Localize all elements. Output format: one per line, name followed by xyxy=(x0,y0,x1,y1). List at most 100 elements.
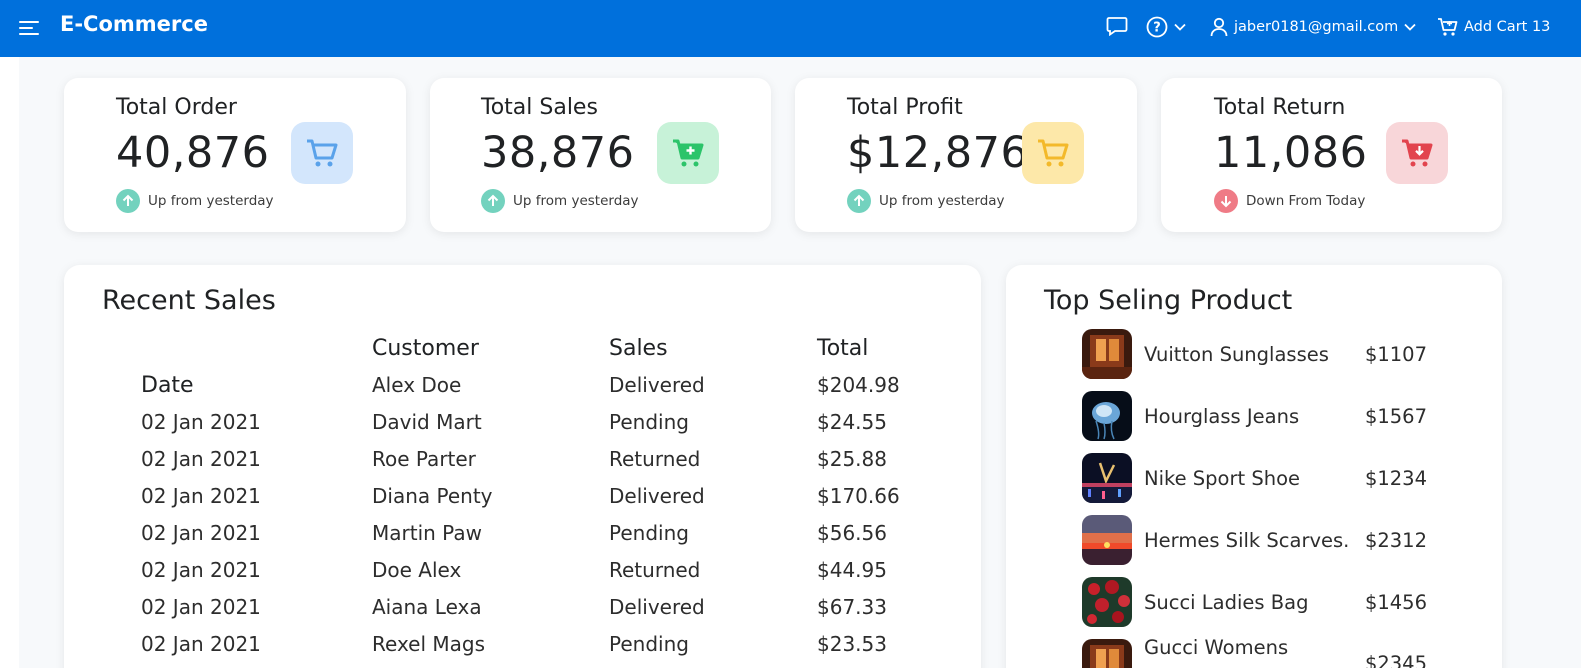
cell-customer: Roe Parter xyxy=(372,447,476,471)
cell-date: 02 Jan 2021 xyxy=(141,484,261,508)
product-thumbnail xyxy=(1082,639,1132,668)
top-products-panel: Top Seling Product Vuitton Sunglasses $1… xyxy=(1006,265,1502,668)
cell-date: 02 Jan 2021 xyxy=(141,521,261,545)
cart-down-icon xyxy=(1402,139,1433,167)
cell-total: $56.56 xyxy=(817,521,887,545)
cart-icon xyxy=(307,139,338,167)
stat-trend: Up from yesterday xyxy=(847,189,1005,213)
cart-label: Add Cart 13 xyxy=(1464,19,1551,35)
top-navbar: E-Commerce ? jaber0181@gmail.com Add Car… xyxy=(0,0,1581,57)
product-thumbnail xyxy=(1082,329,1132,379)
help-dropdown[interactable]: ? xyxy=(1146,16,1186,38)
cart-button[interactable]: Add Cart 13 xyxy=(1437,17,1550,37)
menu-toggle-icon[interactable] xyxy=(19,18,41,38)
cell-customer: Rexel Mags xyxy=(372,632,486,656)
product-price: $2345 xyxy=(1364,652,1427,668)
product-name: Vuitton Sunglasses xyxy=(1144,342,1329,366)
cell-status: Delivered xyxy=(609,373,705,397)
stat-card-total-profit: Total Profit $12,876 Up from yesterday xyxy=(795,78,1137,232)
cell-status: Pending xyxy=(609,410,689,434)
cell-customer: Aiana Lexa xyxy=(372,595,482,619)
product-item[interactable]: Hourglass Jeans $1567 xyxy=(1082,390,1427,442)
stat-value: 11,086 xyxy=(1214,128,1368,178)
product-thumbnail xyxy=(1082,453,1132,503)
stat-title: Total Sales xyxy=(481,95,598,120)
stat-icon-box xyxy=(291,122,353,184)
recent-sales-title: Recent Sales xyxy=(102,285,276,316)
user-email: jaber0181@gmail.com xyxy=(1234,19,1399,35)
product-name: Nike Sport Shoe xyxy=(1144,466,1301,490)
cell-total: $204.98 xyxy=(817,373,900,397)
stat-icon-box xyxy=(657,122,719,184)
column-header-total: Total xyxy=(817,336,869,361)
cell-customer: Doe Alex xyxy=(372,558,462,582)
stat-icon-box xyxy=(1022,122,1084,184)
cell-status: Returned xyxy=(609,447,701,471)
product-price: $1456 xyxy=(1364,590,1427,614)
messages-button[interactable] xyxy=(1106,16,1128,36)
product-price: $1234 xyxy=(1364,466,1427,490)
cell-customer: Martin Paw xyxy=(372,521,482,545)
cell-status: Returned xyxy=(609,558,701,582)
cell-total: $24.55 xyxy=(817,410,887,434)
cart-icon xyxy=(1038,139,1069,167)
stat-trend: Down From Today xyxy=(1214,189,1365,213)
cell-total: $23.53 xyxy=(817,632,887,656)
trend-label: Up from yesterday xyxy=(513,193,639,209)
stat-trend: Up from yesterday xyxy=(481,189,639,213)
cart-icon xyxy=(1438,18,1458,36)
product-thumbnail xyxy=(1082,391,1132,441)
trend-label: Up from yesterday xyxy=(879,193,1005,209)
stat-card-total-sales: Total Sales 38,876 Up from yesterday xyxy=(430,78,771,232)
product-thumbnail xyxy=(1082,577,1132,627)
cell-status: Delivered xyxy=(609,595,705,619)
cell-date: 02 Jan 2021 xyxy=(141,595,261,619)
stat-value: 40,876 xyxy=(116,128,270,178)
product-item[interactable]: Succi Ladies Bag $1456 xyxy=(1082,576,1427,628)
cell-status: Pending xyxy=(609,521,689,545)
product-price: $2312 xyxy=(1364,528,1427,552)
svg-text:?: ? xyxy=(1153,21,1161,36)
stat-value: $12,876 xyxy=(847,128,1029,178)
cell-total: $170.66 xyxy=(817,484,900,508)
product-item[interactable]: Nike Sport Shoe $1234 xyxy=(1082,452,1427,504)
stat-trend: Up from yesterday xyxy=(116,189,274,213)
brand-title[interactable]: E-Commerce xyxy=(60,12,208,36)
stat-icon-box xyxy=(1386,122,1448,184)
chevron-down-icon xyxy=(1404,23,1416,31)
cell-date: 02 Jan 2021 xyxy=(141,410,261,434)
trend-label: Down From Today xyxy=(1246,193,1366,209)
user-menu[interactable]: jaber0181@gmail.com xyxy=(1210,17,1416,37)
product-name: Gucci Womens xyxy=(1144,636,1289,659)
chat-icon xyxy=(1106,17,1128,36)
product-item[interactable]: Gucci Womens $2345 xyxy=(1082,636,1427,668)
product-thumbnail xyxy=(1082,515,1132,565)
stat-card-total-order: Total Order 40,876 Up from yesterday xyxy=(64,78,406,232)
product-name: Hermes Silk Scarves. xyxy=(1144,528,1350,552)
cell-date: 02 Jan 2021 xyxy=(141,632,261,656)
arrow-up-icon xyxy=(116,189,140,213)
product-price: $1567 xyxy=(1364,404,1427,428)
cart-plus-icon xyxy=(673,139,704,167)
cell-customer: Alex Doe xyxy=(372,373,462,397)
cell-status: Delivered xyxy=(609,484,705,508)
product-name: Succi Ladies Bag xyxy=(1144,590,1309,614)
cell-date: 02 Jan 2021 xyxy=(141,558,261,582)
product-name: Hourglass Jeans xyxy=(1144,404,1300,428)
column-header-sales: Sales xyxy=(609,336,668,361)
cell-total: $44.95 xyxy=(817,558,887,582)
help-icon: ? xyxy=(1146,16,1168,38)
recent-sales-panel: Recent Sales Date Customer Sales Total 0… xyxy=(64,265,981,668)
stat-title: Total Profit xyxy=(847,95,963,120)
column-header-customer: Customer xyxy=(372,336,479,361)
arrow-up-icon xyxy=(847,189,871,213)
user-icon xyxy=(1210,17,1228,37)
cell-total: $67.33 xyxy=(817,595,887,619)
product-item[interactable]: Hermes Silk Scarves. $2312 xyxy=(1082,514,1427,566)
cell-customer: Diana Penty xyxy=(372,484,493,508)
product-price: $1107 xyxy=(1364,342,1427,366)
chevron-down-icon xyxy=(1174,23,1186,31)
product-item[interactable]: Vuitton Sunglasses $1107 xyxy=(1082,328,1427,380)
trend-label: Up from yesterday xyxy=(148,193,274,209)
cell-customer: David Mart xyxy=(372,410,482,434)
